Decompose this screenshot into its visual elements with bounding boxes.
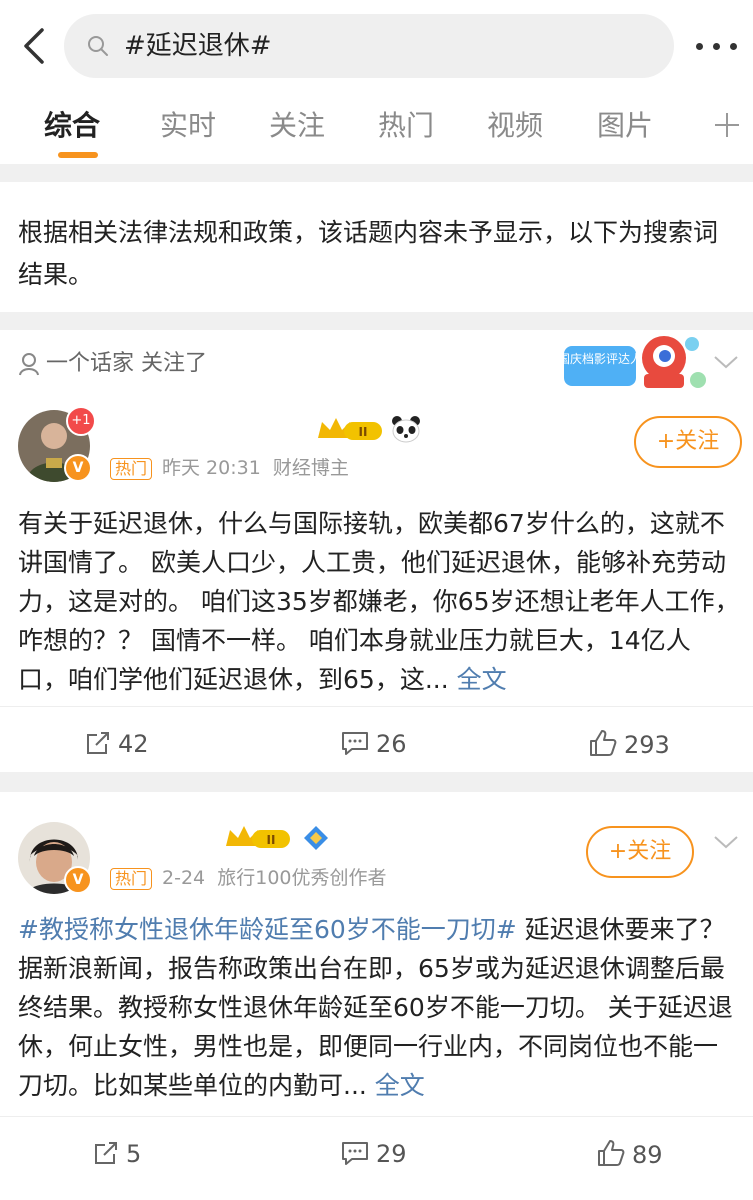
follow-button[interactable]: +关注 [586,826,694,878]
post-meta: 热门 2-24 旅行100优秀创作者 [110,864,387,892]
hot-tag: 热门 [110,867,153,890]
like-count: 293 [624,731,670,759]
author-description: 财经博主 [272,457,349,479]
svg-text:国庆档影评达人: 国庆档影评达人 [560,352,642,366]
repost-button[interactable]: 5 [92,1138,141,1170]
post-meta: 热门 昨天 20:31 财经博主 [110,454,349,482]
post-card[interactable]: V II 热门 2-24 旅行100优秀创作者 +关注 #教授称女性退休年龄延至6… [0,792,753,1200]
comment-button[interactable]: 29 [340,1138,407,1170]
hot-tag: 热门 [110,457,153,480]
source-text: 一个话家 关注了 [46,351,207,376]
comment-count: 26 [376,730,407,758]
tab-hot[interactable]: 热门 [378,106,434,146]
notification-badge: +1 [66,406,96,436]
post-text: 有关于延迟退休，什么与国际接轨，欧美都67岁什么的，这就不讲国情了。 欧美人口少… [18,504,740,699]
comment-count: 29 [376,1140,407,1168]
search-query[interactable]: #延迟退休# [124,28,272,64]
thumbs-up-icon [590,730,617,756]
chevron-down-icon[interactable] [712,832,740,852]
svg-text:II: II [359,425,368,439]
blue-badge-icon [304,826,328,850]
vip-crown-icon: II [318,418,382,440]
vip-crown-icon: II [226,826,290,848]
follow-button[interactable]: +关注 [634,416,742,468]
top-bar: #延迟退休# [0,0,753,92]
search-bar[interactable]: #延迟退休# [64,14,674,78]
post-body: 有关于延迟退休，什么与国际接轨，欧美都67岁什么的，这就不讲国情了。 欧美人口少… [18,509,740,694]
full-text-link[interactable]: 全文 [375,1071,425,1100]
back-arrow-icon[interactable] [16,24,52,68]
notice-text: 根据相关法律法规和政策，该话题内容未予显示，以下为搜索词结果。 [18,218,719,289]
comment-button[interactable]: 26 [340,728,407,760]
search-icon [88,36,108,56]
tab-pictures[interactable]: 图片 [597,106,653,146]
post-card[interactable]: 一个话家 关注了 国庆档影评达人 +1 V II 热门 昨天 20:31 财经博… [0,330,753,772]
tab-video[interactable]: 视频 [487,106,543,146]
comment-icon [342,732,368,755]
post-text: #教授称女性退休年龄延至60岁不能一刀切# 延迟退休要来了？据新浪新闻，报告称政… [18,910,740,1105]
post-time: 昨天 20:31 [162,457,261,479]
active-tab-indicator [58,152,98,158]
post-source-line: 一个话家 关注了 [18,348,207,380]
tab-realtime[interactable]: 实时 [160,106,216,146]
more-options-icon[interactable] [694,32,740,60]
divider [0,706,753,707]
tab-comprehensive[interactable]: 综合 [44,106,100,146]
topic-link[interactable]: #教授称女性退休年龄延至60岁不能一刀切# [18,915,517,944]
post-actions: 5 29 89 [0,1130,753,1180]
svg-text:II: II [267,833,276,847]
chevron-down-icon[interactable] [712,352,740,372]
like-count: 89 [632,1141,663,1169]
tab-following[interactable]: 关注 [269,106,325,146]
like-button[interactable]: 89 [596,1138,663,1171]
post-actions: 42 26 293 [0,720,753,770]
author-description: 旅行100优秀创作者 [217,867,387,889]
verified-badge-icon: V [64,454,92,482]
full-text-link[interactable]: 全文 [457,665,507,694]
censorship-notice: 根据相关法律法规和政策，该话题内容未予显示，以下为搜索词结果。 [0,182,753,312]
repost-count: 5 [126,1140,142,1168]
repost-icon [87,732,109,754]
comment-icon [342,1142,368,1165]
person-icon [19,353,39,376]
post-time: 2-24 [162,867,206,889]
add-tab-icon[interactable] [712,110,742,140]
verified-badge-icon: V [64,866,92,894]
panda-icon [392,416,420,443]
thumbs-up-icon [598,1140,625,1166]
like-button[interactable]: 293 [588,728,670,761]
repost-button[interactable]: 42 [84,728,149,760]
divider [0,1116,753,1117]
tab-bar: 综合 实时 关注 热门 视频 图片 [0,92,753,164]
promo-sticker-icon[interactable]: 国庆档影评达人 [560,330,710,400]
repost-icon [95,1142,117,1164]
repost-count: 42 [118,730,149,758]
